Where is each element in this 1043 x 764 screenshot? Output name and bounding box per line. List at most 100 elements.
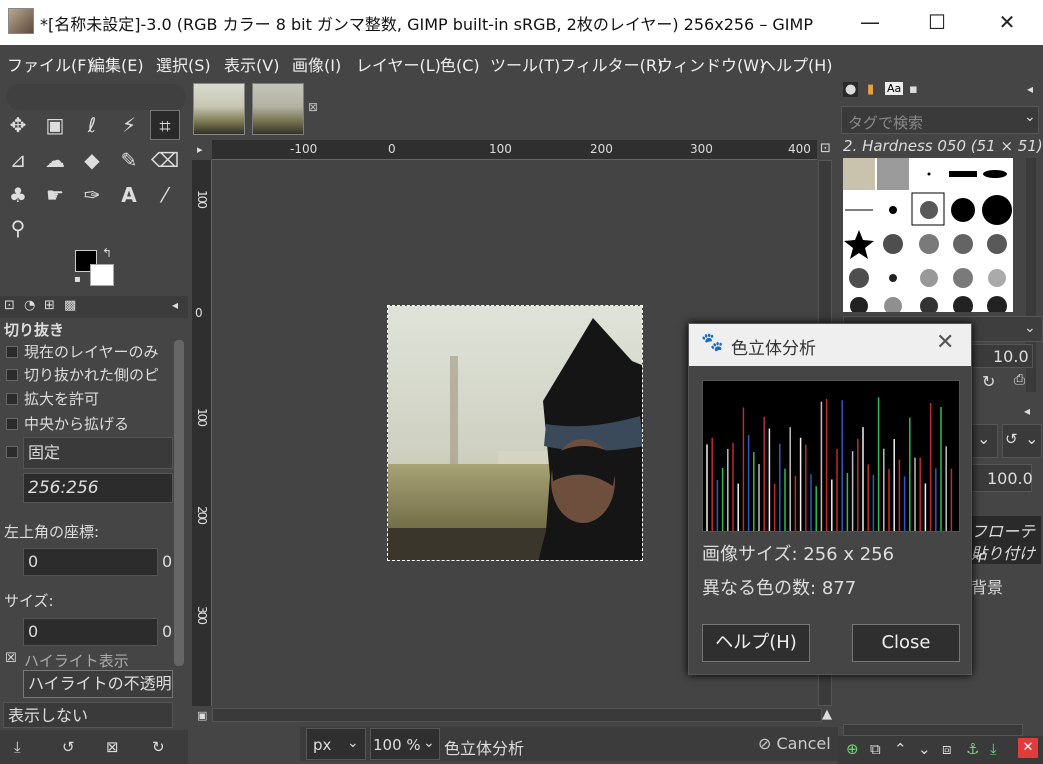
position-y-input-partial[interactable]: 0	[162, 552, 172, 571]
size-width-input[interactable]: 0	[23, 618, 158, 646]
tag-search-input[interactable]: タグで検索 ⌄	[841, 106, 1039, 134]
new-layer-icon[interactable]: ⊕	[846, 740, 859, 758]
document-history-tab-icon[interactable]: ▪	[909, 82, 918, 97]
undo-history-tab-icon[interactable]: ⊞	[44, 298, 55, 313]
merge-layer-icon[interactable]: ⤓	[990, 740, 997, 758]
unified-transform-tool-icon[interactable]: ⊿	[3, 145, 33, 175]
delete-cropped-checkbox[interactable]	[6, 369, 18, 381]
unit-selector[interactable]: px ⌄	[306, 728, 366, 760]
menu-layer[interactable]: レイヤー(L)	[356, 52, 441, 76]
resize-window-icon[interactable]: ▲	[822, 707, 832, 722]
cancel-button[interactable]: ⊘ Cancel	[758, 734, 831, 753]
clone-tool-icon[interactable]: ♣	[3, 180, 33, 210]
bucket-fill-tool-icon[interactable]: ◆	[77, 145, 107, 175]
fixed-checkbox[interactable]	[6, 446, 18, 458]
dialog-close-icon[interactable]: ✕	[936, 330, 954, 355]
free-select-tool-icon[interactable]: ℓ	[77, 110, 107, 140]
menu-windows[interactable]: ウィンドウ(W)	[657, 52, 765, 76]
text-tool-icon[interactable]: A	[114, 180, 144, 210]
lower-layer-icon[interactable]: ⌄	[918, 740, 931, 758]
expand-center-checkbox[interactable]	[6, 418, 18, 430]
menu-tools[interactable]: ツール(T)	[490, 52, 560, 76]
delete-options-icon[interactable]: ⊠	[106, 738, 119, 756]
menu-file[interactable]: ファイル(F)	[7, 52, 93, 76]
move-tool-icon[interactable]: ✥	[3, 110, 33, 140]
guides-dropdown[interactable]: 表示しない	[3, 702, 173, 728]
smudge-tool-icon[interactable]: ☛	[40, 180, 70, 210]
menu-filters[interactable]: フィルター(R)	[560, 52, 663, 76]
composite-mode-dropdown[interactable]: ↺ ⌄	[1002, 424, 1042, 458]
dialog-title-bar[interactable]: 🐾 色立体分析 ✕	[689, 324, 971, 366]
configure-tab-icon[interactable]: ◂	[172, 298, 178, 312]
menu-help[interactable]: ヘルプ(H)	[760, 52, 833, 76]
brushes-tab-icon[interactable]: ●	[843, 82, 859, 97]
tool-options-scrollbar[interactable]	[174, 340, 184, 666]
current-layer-checkbox[interactable]	[6, 346, 18, 358]
allow-growing-checkbox[interactable]	[6, 393, 18, 405]
color-picker-tool-icon[interactable]: ⁄	[150, 180, 180, 210]
fuzzy-select-tool-icon[interactable]: ⚡	[114, 110, 144, 140]
minimize-button[interactable]: —	[835, 0, 905, 45]
tool-options-tab-icon[interactable]: ⊡	[4, 298, 15, 313]
warp-transform-tool-icon[interactable]: ☁	[40, 145, 70, 175]
fonts-tab-icon[interactable]: Aa	[885, 82, 904, 95]
menu-select[interactable]: 選択(S)	[156, 52, 211, 76]
canvas-image[interactable]	[387, 305, 643, 561]
refresh-brushes-icon[interactable]: ↻	[982, 372, 995, 391]
anchor-layer-icon[interactable]: ⚓	[966, 740, 979, 758]
expand-center-option[interactable]: 中央から拡げる	[0, 413, 129, 434]
menu-view[interactable]: 表示(V)	[224, 52, 279, 76]
layers-hscrollbar[interactable]	[843, 724, 1023, 736]
size-height-input-partial[interactable]: 0	[162, 622, 172, 641]
highlight-opacity-slider[interactable]: ハイライトの不透明	[23, 670, 173, 698]
layers-configure-icon[interactable]: ◂	[1024, 404, 1030, 418]
fixed-dropdown[interactable]: 固定	[23, 437, 173, 469]
current-layer-only-option[interactable]: 現在のレイヤーのみ	[0, 341, 159, 362]
duplicate-layer-icon[interactable]: ⧈	[942, 740, 952, 758]
paintbrush-tool-icon[interactable]: ✎	[114, 145, 144, 175]
paint-mode-dropdown[interactable]: ⌄	[968, 424, 998, 458]
close-window-button[interactable]: ✕	[972, 0, 1042, 45]
restore-options-icon[interactable]: ↺	[62, 738, 75, 756]
reset-options-icon[interactable]: ↻	[152, 738, 165, 756]
menu-colors[interactable]: 色(C)	[440, 52, 480, 76]
horizontal-scrollbar[interactable]	[212, 708, 822, 722]
zoom-fit-icon[interactable]: ⊡	[820, 141, 831, 156]
device-status-tab-icon[interactable]: ◔	[24, 298, 35, 313]
images-tab-icon[interactable]: ▩	[64, 298, 76, 313]
aspect-ratio-input[interactable]: 256:256	[23, 473, 173, 503]
help-button[interactable]: ヘルプ(H)	[702, 624, 810, 662]
close-tab-icon[interactable]: ⊠	[308, 100, 318, 114]
default-colors-icon[interactable]: ▪	[74, 274, 81, 285]
patterns-tab-icon[interactable]: ▮	[867, 82, 874, 97]
new-group-icon[interactable]: ⧉	[870, 740, 881, 758]
menu-image[interactable]: 画像(I)	[292, 52, 341, 76]
open-brush-icon[interactable]: ⎙	[1014, 372, 1025, 388]
allow-growing-option[interactable]: 拡大を許可	[0, 388, 99, 409]
navigate-icon[interactable]: ▣	[197, 709, 207, 722]
quick-mask-icon[interactable]: ▸	[197, 143, 203, 156]
highlight-checkbox-checked-icon[interactable]: ☒	[5, 651, 17, 666]
image-tab-thumbnail-1[interactable]	[193, 83, 245, 135]
delete-layer-icon[interactable]: ✕	[1018, 738, 1038, 758]
eraser-tool-icon[interactable]: ⌫	[150, 145, 180, 175]
menu-edit[interactable]: 編集(E)	[89, 52, 144, 76]
maximize-button[interactable]: ☐	[902, 0, 972, 45]
raise-layer-icon[interactable]: ⌃	[894, 740, 907, 758]
paths-tool-icon[interactable]: ✑	[77, 180, 107, 210]
zoom-selector[interactable]: 100 % ⌄	[370, 728, 440, 760]
highlight-option[interactable]: ☒ ハイライト表示	[0, 650, 129, 671]
configure-tab-icon[interactable]: ◂	[1027, 82, 1033, 96]
vertical-ruler[interactable]: 100 0 100 200 300	[192, 160, 212, 706]
zoom-tool-icon[interactable]: ⚲	[3, 213, 33, 243]
swap-colors-icon[interactable]: ↰	[102, 246, 112, 260]
save-options-icon[interactable]: ⤓	[14, 738, 21, 756]
image-tab-thumbnail-2[interactable]	[252, 83, 304, 135]
position-x-input[interactable]: 0	[23, 548, 158, 576]
crop-tool-icon[interactable]: ⌗	[150, 110, 180, 140]
background-color-swatch[interactable]	[90, 264, 114, 286]
close-dialog-button[interactable]: Close	[852, 624, 960, 662]
delete-cropped-option[interactable]: 切り抜かれた側のピ	[0, 364, 159, 385]
rect-select-tool-icon[interactable]: ▣	[40, 110, 70, 140]
horizontal-ruler[interactable]: -100 0 100 200 300 400	[212, 140, 817, 160]
